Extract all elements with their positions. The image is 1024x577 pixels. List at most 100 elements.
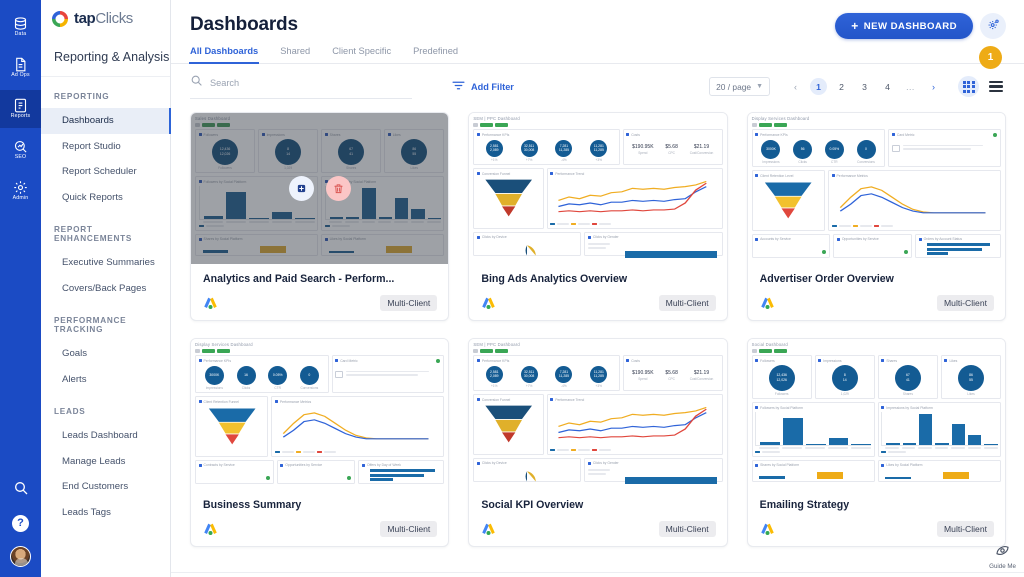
kpi-value: 0.05% (273, 373, 283, 377)
sidebar-item-report-studio[interactable]: Report Studio (41, 134, 170, 160)
tapclicks-ring-icon (50, 9, 70, 29)
rail-item-admin[interactable]: Admin (0, 172, 41, 210)
help-question-icon[interactable]: ? (12, 515, 29, 532)
guide-me-button[interactable]: Guide Me (989, 542, 1016, 570)
card-meta: Multi-Client (203, 295, 437, 311)
kpi-value: $21.19 (690, 370, 714, 376)
card-title: Emailing Strategy (760, 499, 994, 512)
thumb-title: Social Dashboard (752, 342, 1001, 347)
card-meta: Multi-Client (481, 295, 715, 311)
dashboard-card[interactable]: Display Services Dashboard Performance K… (747, 112, 1006, 321)
seo-magnifier-icon (13, 139, 28, 154)
card-body: Analytics and Paid Search - Perform... M… (191, 264, 448, 320)
prev-page-button[interactable]: ‹ (787, 78, 804, 95)
primary-icon-rail: Data Ad Ops Reports SEO Admin (0, 0, 41, 577)
dashboard-thumbnail[interactable]: SEM | PPC Dashboard Performance KPIs 2,5… (469, 113, 726, 264)
sidebar-item-report-scheduler[interactable]: Report Scheduler (41, 159, 170, 185)
dashboard-thumbnail[interactable]: Display Services Dashboard Performance K… (748, 113, 1005, 264)
sidebar-item-alerts[interactable]: Alerts (41, 367, 170, 393)
sidebar-item-covers-back-pages[interactable]: Covers/Back Pages (41, 276, 170, 302)
rail-item-reports[interactable]: Reports (0, 90, 41, 128)
filter-icon (452, 80, 465, 93)
dashboard-thumbnail[interactable]: Sales Dashboard Followers12,43612,026Fol… (191, 113, 448, 264)
rail-label-seo: SEO (15, 155, 27, 160)
sidebar-item-end-customers[interactable]: End Customers (41, 474, 170, 500)
per-page-label: 20 / page (716, 82, 751, 92)
card-title: Business Summary (203, 499, 437, 512)
card-body: Social KPI Overview Multi-Client (469, 490, 726, 546)
dashboard-card[interactable]: Social Dashboard Followers12,43612,026Fo… (747, 338, 1006, 547)
dashboard-thumbnail[interactable]: Display Services Dashboard Performance K… (191, 339, 448, 490)
brand-wordmark: tapClicks (74, 11, 133, 26)
search-box[interactable] (190, 74, 412, 99)
card-title: Analytics and Paid Search - Perform... (203, 273, 437, 286)
rail-item-seo[interactable]: SEO (0, 131, 41, 169)
avatar[interactable] (10, 546, 31, 567)
sidebar-item-leads-tags[interactable]: Leads Tags (41, 500, 170, 526)
delete-dashboard-button[interactable] (326, 176, 351, 201)
page-button-1[interactable]: 1 (810, 78, 827, 95)
list-view-icon[interactable] (985, 76, 1006, 97)
dashboard-thumbnail[interactable]: Social Dashboard Followers12,43612,026Fo… (748, 339, 1005, 490)
next-page-button[interactable]: › (925, 78, 942, 95)
google-ads-icon (203, 522, 218, 536)
sidebar-item-quick-reports[interactable]: Quick Reports (41, 185, 170, 211)
dashboard-card[interactable]: Display Services Dashboard Performance K… (190, 338, 449, 547)
search-input[interactable] (210, 78, 412, 88)
dashboard-card[interactable]: SEM | PPC Dashboard Performance KPIs 2,5… (468, 338, 727, 547)
card-title: Social KPI Overview (481, 499, 715, 512)
duplicate-dashboard-button[interactable] (289, 176, 314, 201)
add-filter-button[interactable]: Add Filter (452, 80, 514, 93)
card-meta: Multi-Client (203, 521, 437, 537)
search-icon[interactable] (13, 480, 29, 501)
guide-eye-icon (994, 542, 1011, 561)
view-mode-toggle (958, 76, 1006, 97)
sidebar-item-leads-dashboard[interactable]: Leads Dashboard (41, 423, 170, 449)
rail-label-reports: Reports (11, 114, 31, 119)
rail-label-admin: Admin (13, 196, 29, 201)
app-root: Data Ad Ops Reports SEO Admin (0, 0, 1024, 577)
rail-item-data[interactable]: Data (0, 8, 41, 46)
page-button-2[interactable]: 2 (833, 78, 850, 95)
page-button-4[interactable]: 4 (879, 78, 896, 95)
tab-shared[interactable]: Shared (280, 46, 310, 63)
per-page-select[interactable]: 20 / page ▼ (709, 77, 770, 96)
kpi-value: 16 (244, 373, 248, 377)
grid-view-icon[interactable] (958, 76, 979, 97)
status-badge: Multi-Client (659, 295, 716, 311)
kpi-value: $21.19 (690, 144, 714, 150)
sidebar-group-leads: LEADS (41, 392, 170, 423)
new-dashboard-label: NEW DASHBOARD (864, 21, 957, 32)
sidebar-item-dashboards[interactable]: Dashboards (41, 108, 170, 134)
reports-icon (13, 98, 28, 113)
list-toolbar: Add Filter 20 / page ▼ ‹ 1 2 3 4 ... › (171, 64, 1024, 99)
new-dashboard-button[interactable]: + NEW DASHBOARD (835, 13, 973, 39)
brand-logo[interactable]: tapClicks (41, 0, 170, 37)
settings-button[interactable] (980, 13, 1006, 39)
rail-item-ad-ops[interactable]: Ad Ops (0, 49, 41, 87)
kpi-value: 0.05% (830, 147, 840, 151)
tab-all-dashboards[interactable]: All Dashboards (190, 46, 258, 63)
notification-count-badge[interactable]: 1 (979, 46, 1002, 69)
dashboard-grid-area: Sales Dashboard Followers12,43612,026Fol… (171, 99, 1024, 577)
gear-icon (13, 180, 28, 195)
page-header: Dashboards + NEW DASHBOARD 1 (171, 0, 1024, 36)
rail-bottom-group: ? (0, 480, 41, 567)
guide-me-label: Guide Me (989, 563, 1016, 570)
sidebar-item-executive-summaries[interactable]: Executive Summaries (41, 250, 170, 276)
card-meta: Multi-Client (760, 521, 994, 537)
google-ads-icon (760, 296, 775, 310)
dashboard-card[interactable]: SEM | PPC Dashboard Performance KPIs 2,5… (468, 112, 727, 321)
sidebar-item-goals[interactable]: Goals (41, 341, 170, 367)
tab-predefined[interactable]: Predefined (413, 46, 458, 63)
dashboard-card[interactable]: Sales Dashboard Followers12,43612,026Fol… (190, 112, 449, 321)
gear-settings-icon (987, 18, 1000, 34)
thumb-title: SEM | PPC Dashboard (473, 342, 722, 347)
google-ads-icon (760, 522, 775, 536)
sidebar-item-manage-leads[interactable]: Manage Leads (41, 449, 170, 475)
tab-client-specific[interactable]: Client Specific (332, 46, 391, 63)
page-button-3[interactable]: 3 (856, 78, 873, 95)
dashboard-thumbnail[interactable]: SEM | PPC Dashboard Performance KPIs 2,5… (469, 339, 726, 490)
kpi-value: 56 (801, 147, 805, 151)
card-body: Advertiser Order Overview Multi-Client (748, 264, 1005, 320)
